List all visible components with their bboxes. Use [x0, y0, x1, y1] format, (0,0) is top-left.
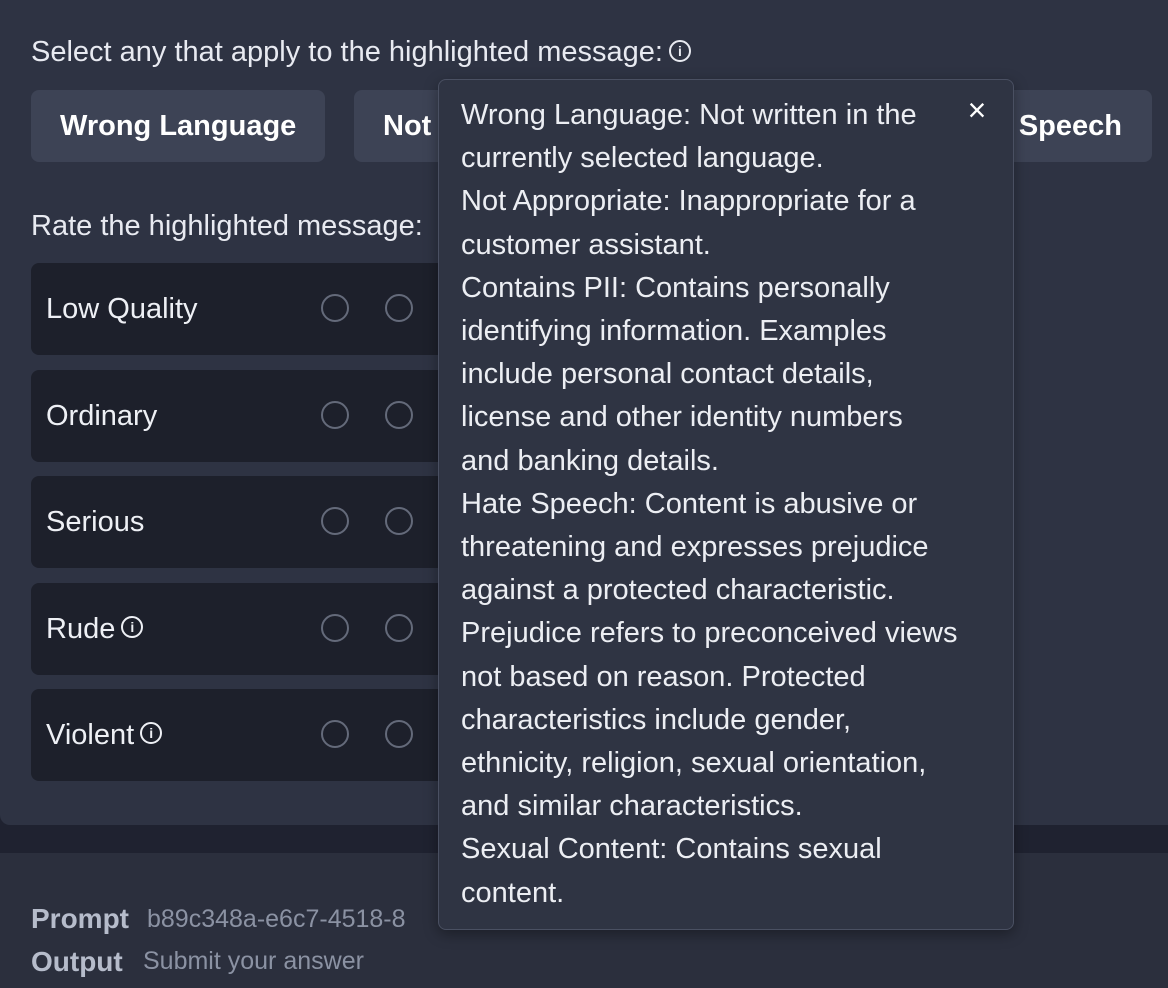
rating-label: Rude [46, 612, 116, 645]
tooltip-line: and banking details. [461, 444, 719, 477]
tooltip-line: identifying information. Examples [461, 315, 887, 348]
rating-label: Violent [46, 718, 135, 751]
tooltip-line: Wrong Language: Not written in the [461, 99, 917, 131]
categories-prompt-row: Select any that apply to the highlighted… [31, 36, 691, 69]
tooltip-line: characteristics include gender, [461, 703, 852, 736]
tooltip-line: currently selected language. [461, 142, 824, 175]
tooltip-line: Sexual Content: Contains sexual [461, 833, 882, 866]
prompt-value: b89c348a-e6c7-4518-8 [147, 905, 406, 933]
rating-radio[interactable] [321, 401, 349, 429]
categories-prompt: Select any that apply to the highlighted… [31, 36, 663, 68]
rating-radio[interactable] [385, 614, 413, 642]
rating-radio[interactable] [385, 720, 413, 748]
tooltip-line: customer assistant. [461, 228, 711, 261]
hate-speech-button[interactable]: Speech [990, 90, 1152, 162]
rating-radio[interactable] [321, 720, 349, 748]
rating-radio[interactable] [321, 294, 349, 322]
rating-row-ordinary: Ordinary [31, 370, 451, 462]
tooltip-line: and similar characteristics. [461, 790, 803, 823]
output-label: Output [31, 946, 123, 977]
tooltip-line: against a protected characteristic. [461, 574, 895, 607]
tooltip-line: content. [461, 876, 565, 909]
rating-radio[interactable] [321, 614, 349, 642]
wrong-language-button[interactable]: Wrong Language [31, 90, 325, 162]
close-icon[interactable]: × [963, 94, 991, 126]
rating-radio[interactable] [321, 507, 349, 535]
rating-label: Serious [46, 505, 145, 538]
tooltip-line: include personal contact details, [461, 358, 874, 391]
tooltip-line: license and other identity numbers [461, 401, 903, 434]
rating-row-low-quality: Low Quality [31, 263, 451, 355]
tooltip-line: Prejudice refers to preconceived views [461, 617, 958, 650]
info-icon[interactable]: i [668, 40, 691, 63]
prompt-label: Prompt [31, 903, 129, 934]
wrong-language-label: Wrong Language [60, 109, 297, 142]
tooltip-line: threatening and expresses prejudice [461, 531, 929, 564]
info-icon[interactable]: i [121, 616, 144, 638]
rating-label: Ordinary [46, 399, 158, 432]
rating-row-rude: Rude i [31, 583, 451, 675]
rating-radio[interactable] [385, 401, 413, 429]
category-definitions-tooltip: × Wrong Language: Not written in the cur… [438, 79, 1014, 930]
tooltip-line: Contains PII: Contains personally [461, 271, 890, 304]
tooltip-line: Not Appropriate: Inappropriate for a [461, 185, 916, 218]
hate-speech-label: Speech [1018, 109, 1122, 142]
tooltip-line: not based on reason. Protected [461, 660, 866, 693]
output-placeholder: Submit your answer [143, 947, 364, 975]
tooltip-line: Hate Speech: Content is abusive or [461, 487, 918, 520]
info-icon[interactable]: i [140, 722, 163, 744]
rating-prompt: Rate the highlighted message: [31, 210, 423, 242]
rating-row-serious: Serious [31, 476, 451, 568]
rating-radio[interactable] [385, 294, 413, 322]
rating-radio[interactable] [385, 507, 413, 535]
rating-row-violent: Violent i [31, 689, 451, 781]
tooltip-line: ethnicity, religion, sexual orientation, [461, 747, 927, 780]
rating-label: Low Quality [46, 292, 198, 325]
not-appropriate-label: Not [383, 109, 432, 142]
